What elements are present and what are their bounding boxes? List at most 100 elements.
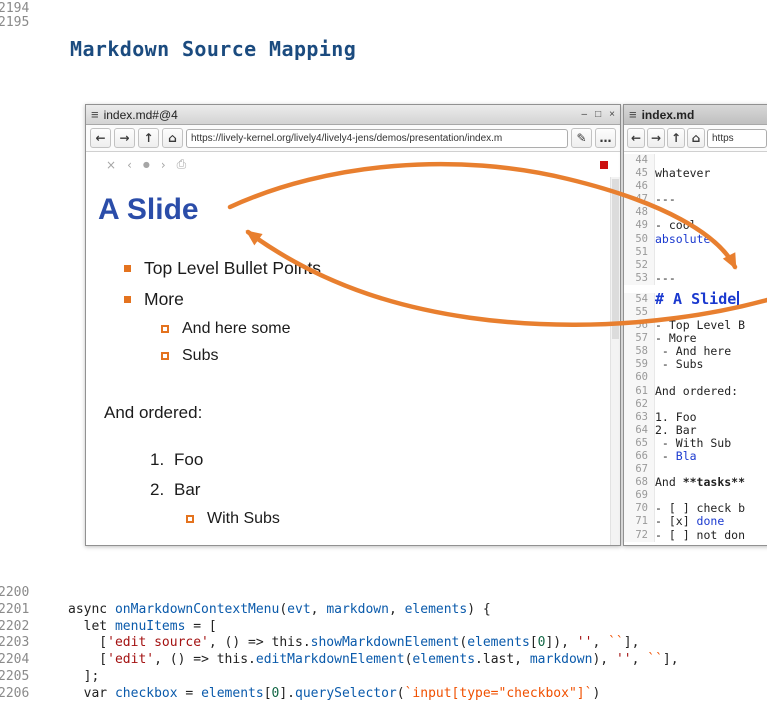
code-token: var (68, 686, 115, 701)
code-token: ) (592, 686, 600, 701)
page-line-numbers: 2194 2195 (0, 2, 28, 30)
bullet-square-icon (161, 352, 169, 360)
editor-titlebar[interactable]: ≡ index.md (624, 105, 767, 125)
back-button[interactable]: ← (627, 128, 645, 148)
code-token: , (389, 602, 405, 617)
code-token: --- (655, 192, 676, 206)
code-token: 1. Foo (655, 410, 697, 424)
code-token: '' (616, 652, 632, 667)
code-token: ), (592, 652, 615, 667)
slide-bullet-item: More (98, 284, 610, 315)
code-token: - With Sub (655, 436, 731, 450)
forward-button[interactable]: → (114, 128, 135, 148)
code-token: [ (530, 635, 538, 650)
editor-line-text: # A Slide (655, 291, 739, 306)
editor-line-text: - Subs (655, 358, 703, 371)
code-token: --- (655, 271, 676, 285)
bullet-square-icon (161, 325, 169, 333)
code-token: 'edit source' (107, 635, 209, 650)
editor-line-number: 61 (624, 385, 655, 398)
viewer-scrollbar[interactable] (610, 177, 620, 545)
editor-line-number: 51 (624, 246, 655, 259)
code-token: this. (217, 652, 256, 667)
code-token: showMarkdownElement (311, 635, 460, 650)
editor-line-number: 62 (624, 398, 655, 411)
code-line-number: 2206 (0, 686, 28, 703)
code-token: `` (608, 635, 624, 650)
recording-indicator (600, 161, 608, 169)
code-token: ) { (467, 602, 490, 617)
code-token: - cool (655, 218, 697, 232)
hamburger-menu-icon[interactable]: ≡ (629, 108, 637, 121)
code-line: 2203 ['edit source', () => this.showMark… (0, 635, 767, 652)
code-line-text: ]; (68, 669, 99, 686)
next-slide-icon[interactable]: › (161, 158, 166, 172)
code-token: ( (279, 602, 287, 617)
editor-code-pane[interactable]: 4445whatever4647---4849- cool50absolute5… (624, 152, 767, 545)
code-token: - More (655, 331, 697, 345)
up-button[interactable]: ↑ (138, 128, 159, 148)
editor-line-number: 66 (624, 450, 655, 463)
slide-content: A Slide Top Level Bullet PointsMoreAnd h… (86, 177, 620, 545)
editor-line-number: 52 (624, 259, 655, 272)
editor-line: 45whatever (624, 167, 767, 180)
editor-line-number: 72 (624, 529, 655, 542)
editor-line-number: 44 (624, 154, 655, 167)
code-token: , () => (209, 635, 272, 650)
code-token: async (68, 602, 115, 617)
editor-line: 51 (624, 246, 767, 259)
viewer-window-title: index.md#@4 (104, 108, 577, 122)
viewer-titlebar[interactable]: ≡ index.md#@4 – □ × (86, 105, 620, 125)
code-token: - Top Level B (655, 318, 745, 332)
code-token: 'edit' (107, 652, 154, 667)
home-button[interactable]: ⌂ (687, 128, 705, 148)
editor-line: 50absolute (624, 233, 767, 246)
forward-button[interactable]: → (647, 128, 665, 148)
minimize-icon[interactable]: – (582, 109, 588, 120)
code-line-number: 2205 (0, 669, 28, 686)
up-button[interactable]: ↑ (667, 128, 685, 148)
editor-line-text: - Bla (655, 450, 697, 463)
prev-slide-icon[interactable]: ‹ (127, 158, 132, 172)
code-line-text: var checkbox = elements[0].querySelector… (68, 686, 600, 703)
code-token: ( (397, 686, 405, 701)
code-line-text: async onMarkdownContextMenu(evt, markdow… (68, 602, 491, 619)
editor-line-number: 70 (624, 502, 655, 515)
code-line-number: 2202 (0, 619, 28, 636)
slide-ordered-item: 1.Foo (150, 445, 610, 475)
edit-pencil-button[interactable]: ✎ (571, 128, 592, 148)
close-icon[interactable]: × (609, 109, 615, 120)
slide-bullet-item: Subs (98, 342, 610, 369)
code-token: # A Slide (655, 290, 736, 308)
code-token: done (697, 514, 725, 528)
editor-line-number: 56 (624, 319, 655, 332)
scrollbar-thumb[interactable] (612, 179, 619, 339)
editor-line-number: 58 (624, 345, 655, 358)
hamburger-menu-icon[interactable]: ≡ (91, 108, 99, 121)
editor-line-text: And ordered: (655, 385, 738, 398)
back-button[interactable]: ← (90, 128, 111, 148)
code-token: **tasks** (683, 475, 745, 489)
close-presentation-icon[interactable]: × (106, 158, 116, 172)
editor-line-number: 48 (624, 206, 655, 219)
code-token: this. (272, 635, 311, 650)
code-token: absolute (655, 232, 710, 246)
record-dot-icon[interactable]: ● (143, 160, 150, 169)
print-icon[interactable]: ⎙ (177, 157, 187, 172)
code-token: , (311, 602, 327, 617)
editor-line-number: 64 (624, 424, 655, 437)
editor-line: 53--- (624, 272, 767, 285)
ordered-marker: 1. (150, 450, 174, 470)
url-input[interactable] (707, 129, 767, 148)
editor-line: 47--- (624, 193, 767, 206)
url-input[interactable] (186, 129, 568, 148)
ordered-text: Bar (174, 480, 200, 500)
home-button[interactable]: ⌂ (162, 128, 183, 148)
code-line-text: let menuItems = [ (68, 619, 217, 636)
more-options-button[interactable]: … (595, 128, 616, 148)
code-token: onMarkdownContextMenu (115, 602, 279, 617)
editor-line: 54# A Slide (624, 285, 767, 306)
maximize-icon[interactable]: □ (595, 109, 601, 120)
presentation-controls: × ‹ ● › ⎙ (86, 152, 620, 177)
editor-line-number: 57 (624, 332, 655, 345)
